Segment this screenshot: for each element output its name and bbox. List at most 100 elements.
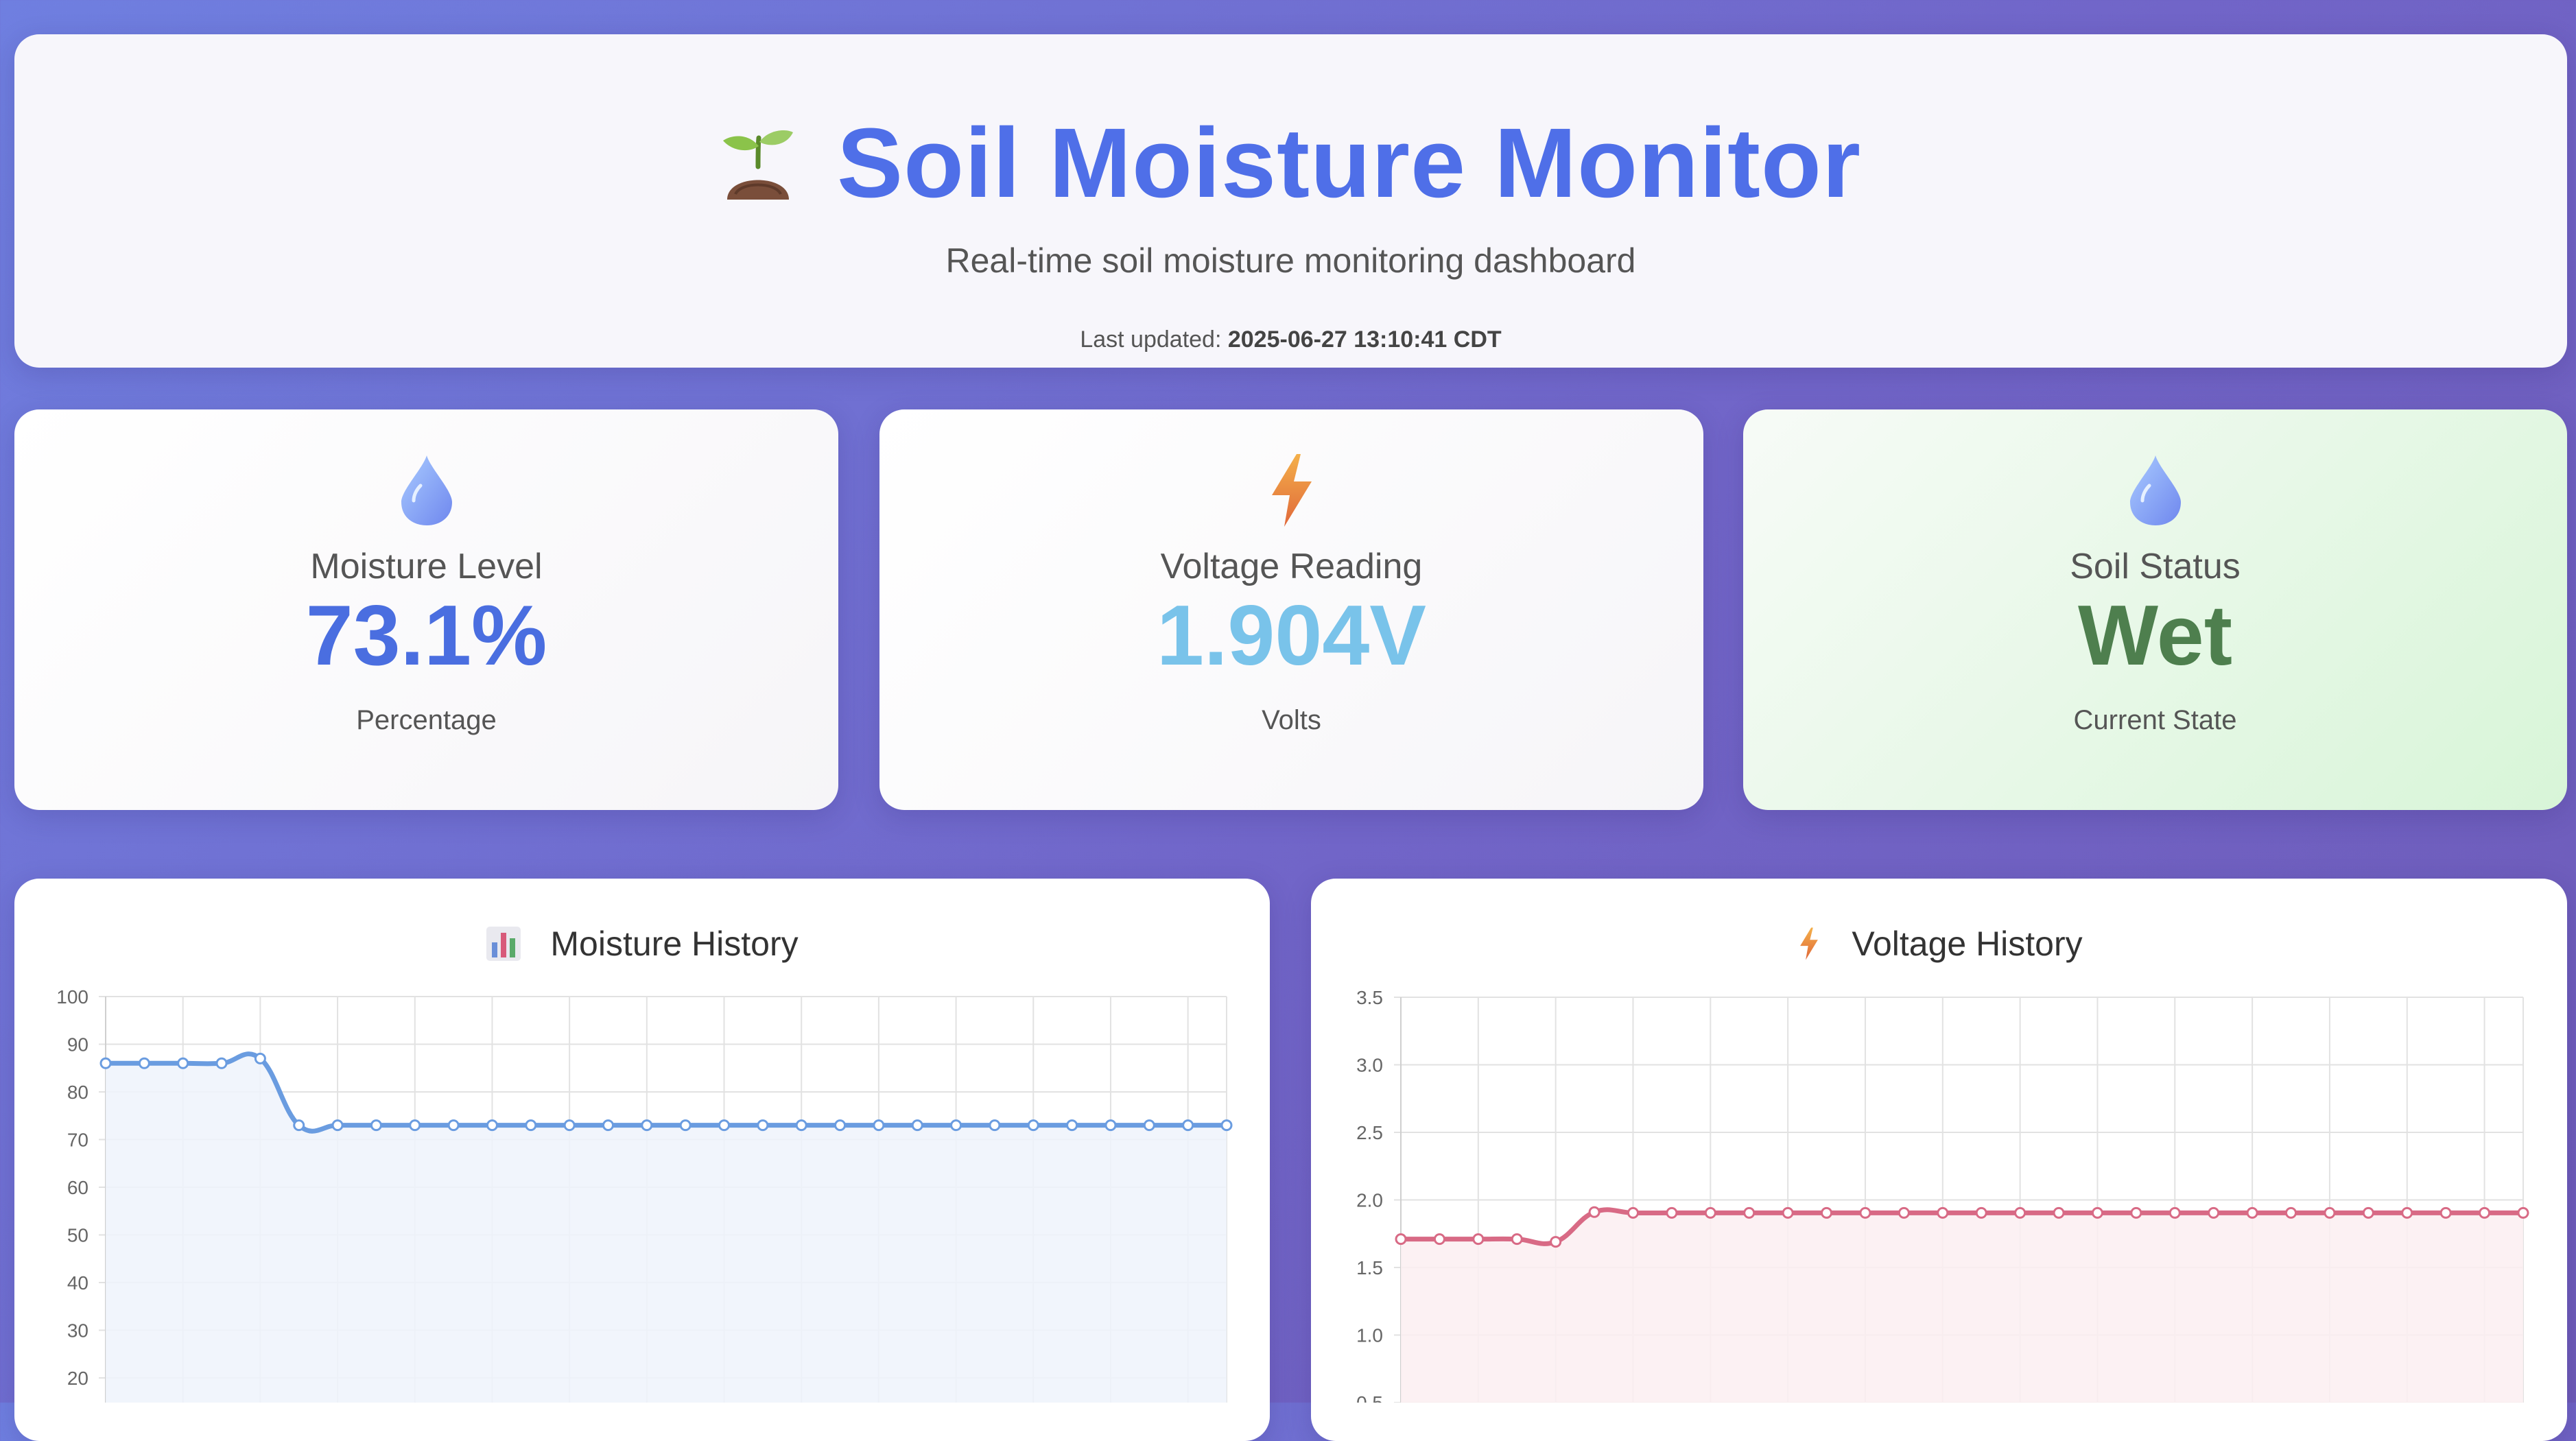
moisture-data-point xyxy=(1066,1119,1078,1132)
voltage-data-point xyxy=(2014,1206,2026,1219)
voltage-data-point xyxy=(2439,1206,2452,1219)
moisture-y-tick-label: 100 xyxy=(56,986,88,1008)
moisture-y-tick-label: 90 xyxy=(67,1034,88,1056)
moisture-data-point xyxy=(177,1057,189,1069)
voltage-data-point xyxy=(1821,1206,1833,1219)
voltage-history-chart: 3.5 3.0 2.5 2.0 1.5 1.0 0.5 xyxy=(1356,987,2529,1403)
voltage-data-point xyxy=(2169,1206,2181,1219)
voltage-data-point xyxy=(1511,1233,1523,1246)
voltage-area-fill xyxy=(1401,1209,2523,1403)
moisture-plot: 100 90 80 70 60 50 40 30 20 xyxy=(56,986,1233,1403)
voltage-data-point xyxy=(1937,1206,1949,1219)
voltage-reading-label: Voltage Reading xyxy=(1160,547,1423,586)
moisture-data-point xyxy=(1027,1119,1039,1132)
moisture-data-point xyxy=(795,1119,807,1132)
moisture-data-point xyxy=(718,1119,731,1132)
moisture-level-unit: Percentage xyxy=(356,705,497,735)
voltage-history-card: Voltage History 3.53.02.52.01.51.00.5 xyxy=(1311,879,2567,1441)
voltage-data-point xyxy=(2479,1206,2491,1219)
voltage-reading-value: 1.904V xyxy=(1156,588,1426,683)
soil-status-card: Soil Status Wet Current State xyxy=(1743,409,2567,810)
voltage-data-point xyxy=(2246,1206,2258,1219)
last-updated-label: Last updated: xyxy=(1080,326,1222,353)
voltage-data-point xyxy=(1395,1233,1407,1246)
moisture-data-point xyxy=(873,1119,885,1132)
moisture-data-point xyxy=(1182,1119,1194,1132)
voltage-data-point xyxy=(2285,1206,2297,1219)
moisture-data-point xyxy=(757,1119,769,1132)
voltage-data-point xyxy=(2362,1206,2374,1219)
droplet-icon xyxy=(401,455,452,525)
moisture-history-chart: 100 90 80 70 60 50 40 30 20 xyxy=(56,986,1233,1403)
moisture-y-tick-label: 80 xyxy=(67,1082,88,1103)
voltage-data-point xyxy=(1782,1206,1794,1219)
moisture-y-tick-label: 30 xyxy=(67,1320,88,1342)
moisture-data-point xyxy=(563,1119,576,1132)
moisture-data-point xyxy=(1143,1119,1155,1132)
moisture-data-point xyxy=(834,1119,847,1132)
moisture-data-point xyxy=(679,1119,692,1132)
voltage-plot: 3.5 3.0 2.5 2.0 1.5 1.0 0.5 xyxy=(1356,987,2529,1403)
moisture-y-tick-label: 20 xyxy=(67,1368,88,1389)
voltage-data-point xyxy=(1550,1236,1562,1248)
voltage-y-tick-label: 0.5 xyxy=(1356,1392,1383,1403)
voltage-y-tick-label: 3.5 xyxy=(1356,987,1383,1008)
moisture-data-point xyxy=(950,1119,962,1132)
voltage-data-point xyxy=(1859,1206,1871,1219)
moisture-data-point xyxy=(911,1119,923,1132)
moisture-y-tick-label: 40 xyxy=(67,1272,88,1294)
seedling-icon xyxy=(723,130,794,200)
voltage-data-point xyxy=(1588,1206,1600,1218)
soil-status-value: Wet xyxy=(2077,588,2233,683)
moisture-data-point xyxy=(989,1119,1001,1132)
moisture-data-point xyxy=(602,1119,614,1132)
soil-status-label: Soil Status xyxy=(2070,547,2241,586)
moisture-data-point xyxy=(138,1057,150,1069)
moisture-data-point xyxy=(254,1052,266,1064)
voltage-y-tick-label: 2.5 xyxy=(1356,1122,1383,1143)
voltage-data-point xyxy=(1472,1233,1485,1246)
moisture-data-point xyxy=(641,1119,653,1132)
voltage-data-point xyxy=(1898,1206,1910,1219)
moisture-data-point xyxy=(486,1119,498,1132)
voltage-data-point xyxy=(2130,1206,2142,1219)
voltage-data-point xyxy=(2517,1206,2529,1219)
droplet-icon xyxy=(2129,455,2181,525)
voltage-data-point xyxy=(2208,1206,2220,1219)
voltage-reading-unit: Volts xyxy=(1262,705,1321,735)
voltage-data-point xyxy=(1704,1206,1716,1219)
voltage-data-point xyxy=(1666,1206,1678,1219)
moisture-data-point xyxy=(1220,1119,1233,1132)
page-subtitle: Real-time soil moisture monitoring dashb… xyxy=(945,241,1636,280)
voltage-data-point xyxy=(1433,1233,1445,1246)
title-row: Soil Moisture Monitor xyxy=(14,108,2567,218)
voltage-data-point xyxy=(2053,1206,2065,1219)
last-updated-value: 2025-06-27 13:10:41 CDT xyxy=(1227,326,1502,353)
voltage-y-tick-label: 2.0 xyxy=(1356,1190,1383,1211)
voltage-data-point xyxy=(2401,1206,2413,1219)
moisture-data-point xyxy=(293,1119,305,1132)
voltage-data-point xyxy=(1975,1206,1987,1219)
moisture-data-point xyxy=(525,1119,537,1132)
moisture-data-point xyxy=(370,1119,382,1132)
moisture-level-label: Moisture Level xyxy=(310,547,543,586)
last-updated: Last updated: 2025-06-27 13:10:41 CDT xyxy=(14,328,2567,351)
page-title: Soil Moisture Monitor xyxy=(837,108,1861,218)
moisture-data-point xyxy=(99,1057,112,1069)
voltage-y-tick-label: 1.5 xyxy=(1356,1257,1383,1278)
moisture-level-value: 73.1% xyxy=(305,588,547,683)
voltage-y-tick-label: 1.0 xyxy=(1356,1325,1383,1346)
soil-status-unit: Current State xyxy=(2073,705,2237,735)
moisture-data-point xyxy=(409,1119,421,1132)
moisture-area-fill xyxy=(106,1053,1227,1403)
voltage-data-point xyxy=(2091,1206,2103,1219)
header-card: Soil Moisture Monitor Real-time soil moi… xyxy=(14,34,2567,368)
voltage-data-point xyxy=(1627,1206,1639,1219)
voltage-data-point xyxy=(1743,1206,1756,1219)
moisture-y-tick-label: 70 xyxy=(67,1130,88,1151)
voltage-data-point xyxy=(2324,1206,2336,1219)
moisture-level-card: Moisture Level 73.1% Percentage xyxy=(14,409,838,810)
voltage-y-tick-label: 3.0 xyxy=(1356,1055,1383,1076)
voltage-reading-card: Voltage Reading 1.904V Volts xyxy=(879,409,1703,810)
moisture-data-point xyxy=(447,1119,460,1132)
